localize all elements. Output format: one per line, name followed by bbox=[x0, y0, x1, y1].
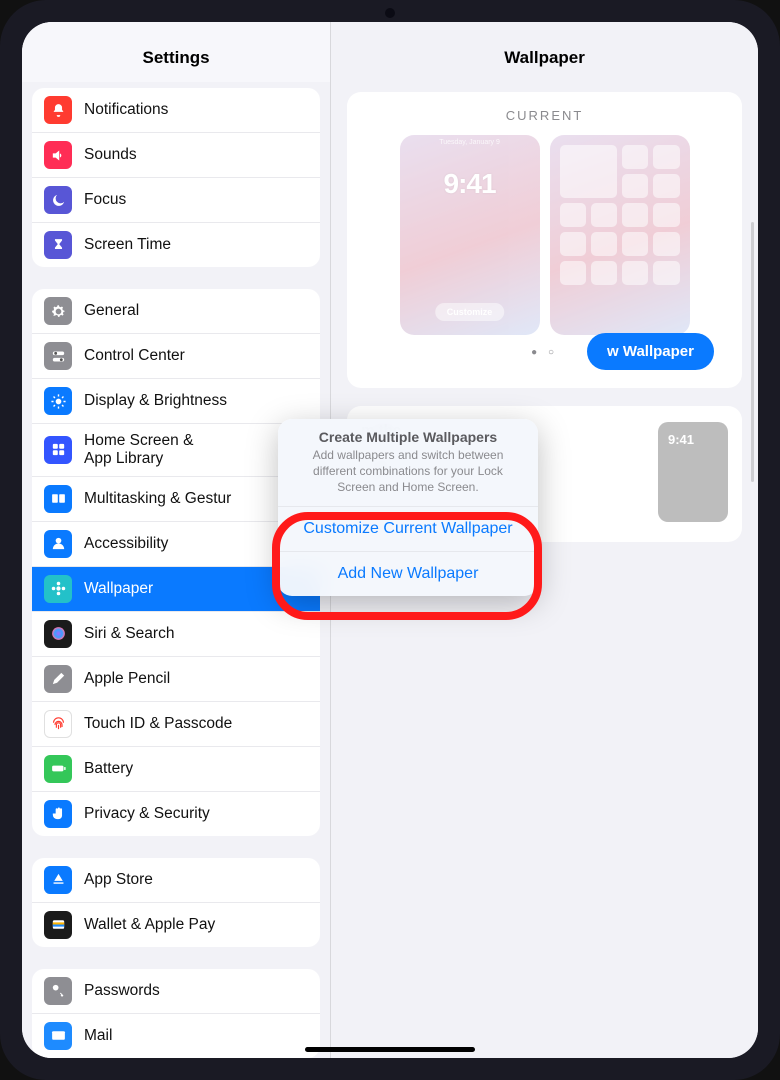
sidebar-item-notifications[interactable]: Notifications bbox=[32, 88, 320, 133]
siri-icon bbox=[44, 620, 72, 648]
page-title: Wallpaper bbox=[331, 22, 758, 82]
sidebar-item-wallpaper[interactable]: Wallpaper bbox=[32, 567, 320, 612]
preview-date: Tuesday, January 9 bbox=[439, 139, 500, 146]
sidebar-item-general[interactable]: General bbox=[32, 289, 320, 334]
sidebar-group: App Store Wallet & Apple Pay bbox=[32, 858, 320, 947]
sidebar-item-control-center[interactable]: Control Center bbox=[32, 334, 320, 379]
sidebar-item-label: Apple Pencil bbox=[84, 670, 170, 688]
home-grid-icon bbox=[550, 135, 690, 295]
sidebar-item-label: Focus bbox=[84, 191, 126, 209]
sidebar-title: Settings bbox=[22, 22, 330, 82]
sidebar-item-label: Siri & Search bbox=[84, 625, 174, 643]
sidebar-item-label: Multitasking & Gestur bbox=[84, 490, 231, 508]
grid-icon bbox=[44, 436, 72, 464]
sidebar-item-label: Sounds bbox=[84, 146, 137, 164]
speaker-icon bbox=[44, 141, 72, 169]
popover-subtitle: Add wallpapers and switch between differ… bbox=[278, 447, 538, 506]
envelope-icon bbox=[44, 1022, 72, 1050]
moon-icon bbox=[44, 186, 72, 214]
sidebar-item-label: Control Center bbox=[84, 347, 185, 365]
sidebar-group: Notifications Sounds Focus Screen Time bbox=[32, 88, 320, 267]
screen: Settings Notifications Sounds Focus Screen … bbox=[22, 22, 758, 1058]
mini-lock-preview: 9:41 bbox=[658, 422, 728, 522]
home-indicator-icon[interactable] bbox=[305, 1047, 475, 1052]
sidebar-item-home-screen[interactable]: Home Screen & App Library bbox=[32, 424, 320, 477]
sidebar-item-accessibility[interactable]: Accessibility bbox=[32, 522, 320, 567]
popover-title: Create Multiple Wallpapers bbox=[278, 419, 538, 447]
sidebar-item-label: Passwords bbox=[84, 982, 160, 1000]
sidebar-item-privacy[interactable]: Privacy & Security bbox=[32, 792, 320, 836]
pencil-icon bbox=[44, 665, 72, 693]
current-caption: CURRENT bbox=[361, 108, 728, 123]
sidebar-item-display[interactable]: Display & Brightness bbox=[32, 379, 320, 424]
sidebar-item-multitasking[interactable]: Multitasking & Gestur bbox=[32, 477, 320, 522]
mini-time: 9:41 bbox=[668, 432, 694, 447]
sidebar-group: Passwords Mail bbox=[32, 969, 320, 1058]
sidebar-item-screen-time[interactable]: Screen Time bbox=[32, 223, 320, 267]
sidebar-group: General Control Center Display & Brightnes… bbox=[32, 289, 320, 836]
switches-icon bbox=[44, 342, 72, 370]
sidebar-item-label: Touch ID & Passcode bbox=[84, 715, 232, 733]
popover-customize-current[interactable]: Customize Current Wallpaper bbox=[278, 506, 538, 551]
sidebar-item-mail[interactable]: Mail bbox=[32, 1014, 320, 1058]
fingerprint-icon bbox=[44, 710, 72, 738]
current-wallpaper-card: CURRENT Tuesday, January 9 9:41 Customiz… bbox=[347, 92, 742, 388]
sidebar-item-label: Privacy & Security bbox=[84, 805, 210, 823]
bell-icon bbox=[44, 96, 72, 124]
sidebar-item-label: Notifications bbox=[84, 101, 168, 119]
add-new-wallpaper-button[interactable]: w Wallpaper bbox=[587, 333, 714, 370]
ipad-device-frame: Settings Notifications Sounds Focus Screen … bbox=[0, 0, 780, 1080]
sidebar-item-sounds[interactable]: Sounds bbox=[32, 133, 320, 178]
appstore-icon bbox=[44, 866, 72, 894]
hand-icon bbox=[44, 800, 72, 828]
sidebar-item-label: App Store bbox=[84, 871, 153, 889]
person-icon bbox=[44, 530, 72, 558]
sidebar-item-label: Accessibility bbox=[84, 535, 168, 553]
sidebar-item-label: Display & Brightness bbox=[84, 392, 227, 410]
popover-add-new[interactable]: Add New Wallpaper bbox=[278, 551, 538, 596]
gear-icon bbox=[44, 297, 72, 325]
battery-icon bbox=[44, 755, 72, 783]
lock-screen-preview[interactable]: Tuesday, January 9 9:41 Customize bbox=[400, 135, 540, 335]
sidebar-item-app-store[interactable]: App Store bbox=[32, 858, 320, 903]
sidebar-item-label: Screen Time bbox=[84, 236, 171, 254]
sidebar-item-label: General bbox=[84, 302, 139, 320]
customize-button[interactable]: Customize bbox=[435, 303, 505, 321]
preview-time: 9:41 bbox=[444, 168, 496, 200]
sidebar-item-siri[interactable]: Siri & Search bbox=[32, 612, 320, 657]
hourglass-icon bbox=[44, 231, 72, 259]
flower-icon bbox=[44, 575, 72, 603]
sidebar-item-label: Battery bbox=[84, 760, 133, 778]
home-screen-preview[interactable] bbox=[550, 135, 690, 335]
rects-icon bbox=[44, 485, 72, 513]
sidebar-item-touchid[interactable]: Touch ID & Passcode bbox=[32, 702, 320, 747]
camera-icon bbox=[385, 8, 395, 18]
sidebar-item-wallet[interactable]: Wallet & Apple Pay bbox=[32, 903, 320, 947]
scrollbar-icon[interactable] bbox=[751, 222, 754, 482]
sidebar-item-apple-pencil[interactable]: Apple Pencil bbox=[32, 657, 320, 702]
create-wallpapers-popover: Create Multiple Wallpapers Add wallpaper… bbox=[278, 419, 538, 596]
key-icon bbox=[44, 977, 72, 1005]
sidebar-item-battery[interactable]: Battery bbox=[32, 747, 320, 792]
sidebar-item-label: Home Screen & App Library bbox=[84, 432, 193, 468]
sun-icon bbox=[44, 387, 72, 415]
sidebar-item-label: Wallpaper bbox=[84, 580, 153, 598]
sidebar-item-label: Mail bbox=[84, 1027, 112, 1045]
wallet-icon bbox=[44, 911, 72, 939]
sidebar-item-label: Wallet & Apple Pay bbox=[84, 916, 215, 934]
sidebar-item-passwords[interactable]: Passwords bbox=[32, 969, 320, 1014]
sidebar-item-focus[interactable]: Focus bbox=[32, 178, 320, 223]
